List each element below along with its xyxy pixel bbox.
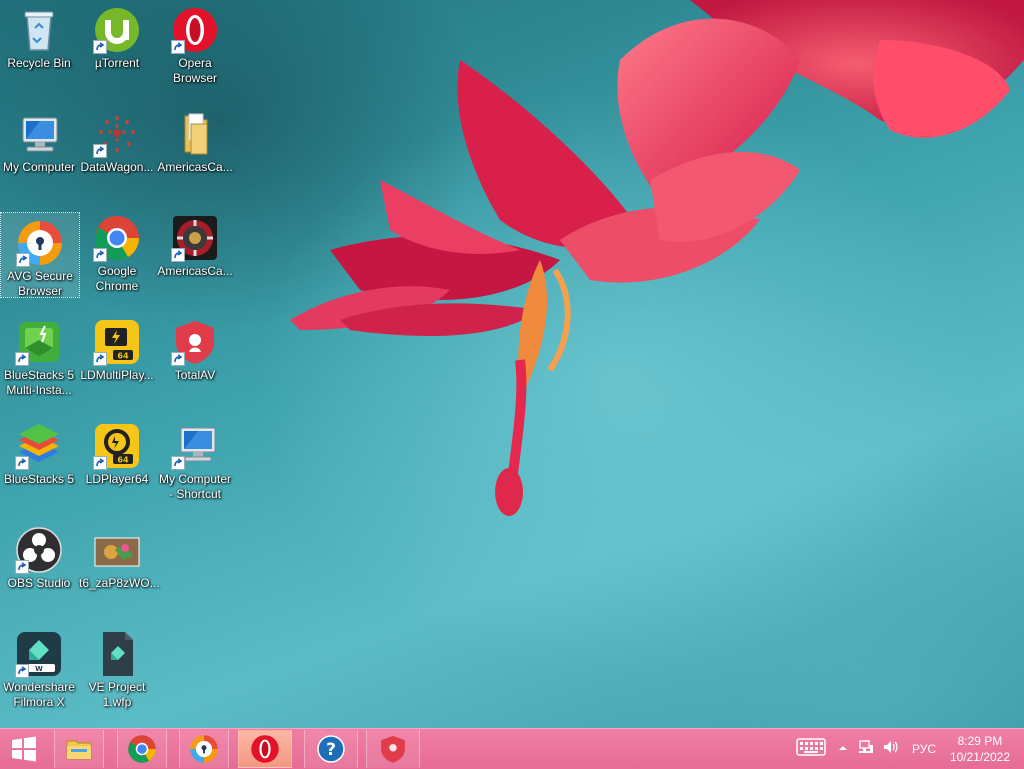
- desktop-icon-utorrent[interactable]: µTorrent: [78, 0, 156, 100]
- clock[interactable]: 8:29 PM 10/21/2022: [950, 733, 1010, 765]
- taskbar-help[interactable]: ?: [304, 730, 358, 768]
- svg-text:?: ?: [326, 740, 336, 760]
- desktop-icon-bluestacks-multi-instance[interactable]: BlueStacks 5 Multi-Insta...: [0, 312, 78, 412]
- desktop-icon-totalav[interactable]: TotalAV: [156, 312, 234, 412]
- volume-icon[interactable]: [882, 739, 898, 760]
- desktop-icon-americascasino[interactable]: AmericasCa...: [156, 208, 234, 308]
- shortcut-arrow-icon: [15, 352, 29, 366]
- desktop-icon-label: BlueStacks 5: [3, 472, 75, 486]
- folder-icon: [184, 113, 208, 155]
- shortcut-arrow-icon: [15, 664, 29, 678]
- shortcut-arrow-icon: [15, 560, 29, 574]
- desktop-icon-label: Opera Browser: [172, 56, 217, 85]
- shortcut-arrow-icon: [93, 352, 107, 366]
- input-language-indicator[interactable]: РУС: [912, 742, 936, 756]
- desktop-icon-recycle-bin[interactable]: Recycle Bin: [0, 0, 78, 100]
- network-icon[interactable]: [858, 739, 874, 760]
- desktop-icon-label: OBS Studio: [7, 576, 71, 590]
- desktop-icon-my-computer[interactable]: My Computer: [0, 104, 78, 204]
- desktop-icon-label: µTorrent: [94, 56, 140, 70]
- desktop-icon-datawagon[interactable]: DataWagon...: [78, 104, 156, 204]
- shortcut-arrow-icon: [171, 456, 185, 470]
- desktop-icon-label: AVG Secure Browser: [7, 269, 73, 298]
- chrome-icon: [128, 735, 156, 763]
- help-icon: ?: [317, 735, 345, 763]
- shortcut-arrow-icon: [16, 253, 30, 267]
- taskbar-avg-browser[interactable]: [179, 730, 229, 768]
- desktop-icon-label: VE Project 1.wfp: [88, 680, 146, 709]
- shortcut-arrow-icon: [171, 248, 185, 262]
- desktop-icon-ldplayer64[interactable]: 64 LDPlayer64: [78, 416, 156, 516]
- windows-start-icon: [12, 736, 36, 762]
- opera-icon: [251, 735, 279, 763]
- desktop-icon-label: Google Chrome: [95, 264, 139, 293]
- svg-text:64: 64: [117, 456, 129, 465]
- desktop-icon-label: BlueStacks 5 Multi-Insta...: [3, 368, 75, 397]
- desktop-icon-label: LDPlayer64: [85, 472, 149, 486]
- desktop-icon-google-chrome[interactable]: Google Chrome: [78, 208, 156, 308]
- desktop-icon-label: TotalAV: [174, 368, 216, 382]
- desktop-icon-label: My Computer: [2, 160, 76, 174]
- desktop-icon-obs-studio[interactable]: OBS Studio: [0, 520, 78, 620]
- filmora-project-icon: [103, 632, 133, 676]
- totalav-icon: [381, 735, 405, 763]
- clock-date: 10/21/2022: [949, 750, 1010, 764]
- desktop-icon-ve-project[interactable]: VE Project 1.wfp: [78, 624, 156, 724]
- shortcut-arrow-icon: [93, 248, 107, 262]
- taskbar-totalav[interactable]: [366, 730, 420, 768]
- desktop-icon-label: Wondershare Filmora X: [3, 680, 75, 709]
- desktop-icon-label: DataWagon...: [80, 160, 154, 174]
- taskbar-file-explorer[interactable]: [54, 730, 104, 768]
- desktop-icon-bluestacks[interactable]: BlueStacks 5: [0, 416, 78, 516]
- taskbar-chrome[interactable]: [117, 730, 167, 768]
- chevron-up-icon[interactable]: [838, 740, 848, 758]
- shortcut-arrow-icon: [93, 40, 107, 54]
- shortcut-arrow-icon: [93, 456, 107, 470]
- svg-text:W: W: [35, 665, 43, 673]
- shortcut-arrow-icon: [15, 456, 29, 470]
- clock-time: 8:29 PM: [957, 734, 1003, 748]
- shortcut-arrow-icon: [171, 40, 185, 54]
- desktop-icon-ldmultiplayer[interactable]: 64 LDMultiPlay...: [78, 312, 156, 412]
- desktop-icon-americascasino-folder[interactable]: AmericasCa...: [156, 104, 234, 204]
- avg-browser-icon: [190, 735, 218, 763]
- svg-text:64: 64: [117, 352, 129, 361]
- shortcut-arrow-icon: [93, 144, 107, 158]
- desktop-icon-label: LDMultiPlay...: [80, 368, 154, 382]
- start-button[interactable]: [0, 730, 48, 768]
- desktop-icon-avg-secure-browser[interactable]: AVG Secure Browser: [0, 212, 80, 298]
- desktop-icon-image-file[interactable]: t6_zaP8zWO...: [78, 520, 160, 620]
- desktop-icon-wondershare-filmora[interactable]: W Wondershare Filmora X: [0, 624, 78, 724]
- desktop-icon-label: t6_zaP8zWO...: [79, 576, 160, 590]
- recycle-bin-icon: [24, 11, 54, 51]
- computer-icon: [22, 117, 58, 152]
- desktop-icon-label: AmericasCa...: [157, 264, 233, 278]
- image-thumbnail-icon: [94, 537, 140, 567]
- taskbar: ? РУС 8:29 PM 10/21/2022: [0, 728, 1024, 769]
- desktop-icon-label: Recycle Bin: [7, 56, 71, 70]
- desktop-icon-label: My Computer - Shortcut: [158, 472, 232, 501]
- desktop[interactable]: Recycle Bin µTorrent Opera Browser My Co…: [0, 0, 1024, 728]
- taskbar-opera[interactable]: [238, 730, 292, 768]
- touch-keyboard-icon[interactable]: [796, 737, 826, 762]
- file-explorer-icon: [66, 740, 92, 760]
- desktop-icon-my-computer-shortcut[interactable]: My Computer - Shortcut: [156, 416, 234, 516]
- desktop-icon-opera[interactable]: Opera Browser: [156, 0, 234, 100]
- shortcut-arrow-icon: [171, 352, 185, 366]
- desktop-icon-label: AmericasCa...: [157, 160, 233, 174]
- system-tray: РУС: [796, 729, 936, 769]
